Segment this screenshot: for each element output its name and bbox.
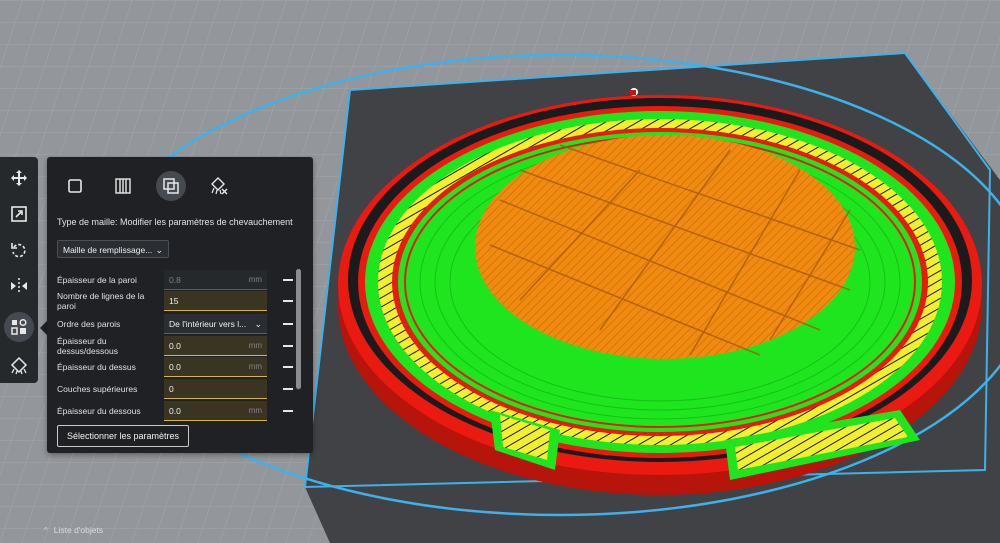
remove-setting-button[interactable] [283,345,293,347]
per-model-settings-icon [11,318,27,335]
setting-unit: mm [248,275,262,284]
object-list-toggle[interactable]: ^ Liste d'objets [44,525,103,535]
setting-unit: mm [248,406,262,415]
setting-label: Couches supérieures [57,384,138,394]
normal-model-button[interactable] [60,171,90,201]
overlap-mesh-icon [163,178,179,194]
remove-setting-button[interactable] [283,410,293,412]
wall-line-count-input[interactable]: 15 [164,291,267,311]
setting-row-top-bottom-thickness: Épaisseur du dessus/dessous 0.0 mm [57,336,293,356]
setting-value: 0.0 [169,362,181,372]
scrollbar-thumb[interactable] [296,269,301,389]
normal-model-icon [68,179,82,193]
setting-label: Épaisseur de la paroi [57,275,137,285]
top-thickness-input[interactable]: 0.0 mm [164,357,267,377]
support-blocker-icon [10,357,28,375]
support-mesh-icon [115,178,131,194]
per-model-settings-panel: Type de maille: Modifier les paramètres … [47,157,313,453]
setting-label: Ordre des parois [57,319,121,329]
setting-value: 0.0 [169,341,181,351]
overlap-mesh-button[interactable] [156,171,186,201]
setting-row-bottom-thickness: Épaisseur du dessous 0.0 mm [57,401,293,421]
chevron-down-icon: ⌄ [254,319,262,329]
move-icon [11,170,27,186]
support-mesh-button[interactable] [108,171,138,201]
setting-row-wall-order: Ordre des parois De l'intérieur vers l..… [57,314,293,334]
setting-label: Épaisseur du dessus/dessous [57,336,118,356]
support-blocker-button[interactable] [4,351,34,381]
setting-label: Nombre de lignes de la paroi [57,291,145,311]
chevron-down-icon: ⌄ [155,245,163,255]
setting-unit: mm [248,341,262,350]
setting-value: 0.8 [169,275,181,285]
settings-scrollbar[interactable] [296,269,301,390]
setting-label: Épaisseur du dessus [57,362,136,372]
per-model-settings-button[interactable] [4,312,34,342]
mirror-tool-button[interactable] [4,271,34,301]
remove-setting-button[interactable] [283,388,293,390]
setting-value: 0.0 [169,406,181,416]
chevron-up-icon: ^ [44,526,48,535]
setting-value: 0 [169,384,174,394]
rotate-icon [11,243,26,258]
wall-order-dropdown[interactable]: De l'intérieur vers l... ⌄ [164,314,267,334]
remove-setting-button[interactable] [283,323,293,325]
wall-thickness-input[interactable]: 0.8 mm [164,270,267,290]
remove-setting-button[interactable] [283,279,293,281]
setting-label: Épaisseur du dessous [57,406,141,416]
mesh-type-label: Type de maille: Modifier les paramètres … [57,217,293,227]
rotate-tool-button[interactable] [4,235,34,265]
select-settings-button[interactable]: Sélectionner les paramètres [57,425,190,447]
object-list-label: Liste d'objets [53,525,104,535]
setting-value: 15 [169,296,179,306]
top-layers-input[interactable]: 0 [164,379,267,399]
bottom-thickness-input[interactable]: 0.0 mm [164,401,267,421]
tool-toolbar [0,157,38,383]
scale-icon [11,206,27,222]
remove-setting-button[interactable] [283,366,293,368]
scale-tool-button[interactable] [4,199,34,229]
remove-setting-button[interactable] [283,300,293,302]
setting-row-wall-thickness: Épaisseur de la paroi 0.8 mm [57,270,293,290]
setting-unit: mm [248,362,262,371]
setting-row-top-thickness: Épaisseur du dessus 0.0 mm [57,357,293,377]
infill-mesh-dropdown[interactable]: Maille de remplissage... ⌄ [57,240,169,258]
setting-row-top-layers: Couches supérieures 0 [57,379,293,399]
support-blocker-mesh-icon [211,177,228,195]
setting-row-wall-line-count: Nombre de lignes de la paroi 15 [57,291,293,311]
mirror-icon [11,278,27,294]
setting-value: De l'intérieur vers l... [169,319,247,329]
move-tool-button[interactable] [4,163,34,193]
infill-mesh-dropdown-label: Maille de remplissage... [63,245,153,255]
top-bottom-thickness-input[interactable]: 0.0 mm [164,336,267,356]
support-blocker-mesh-button[interactable] [204,171,234,201]
